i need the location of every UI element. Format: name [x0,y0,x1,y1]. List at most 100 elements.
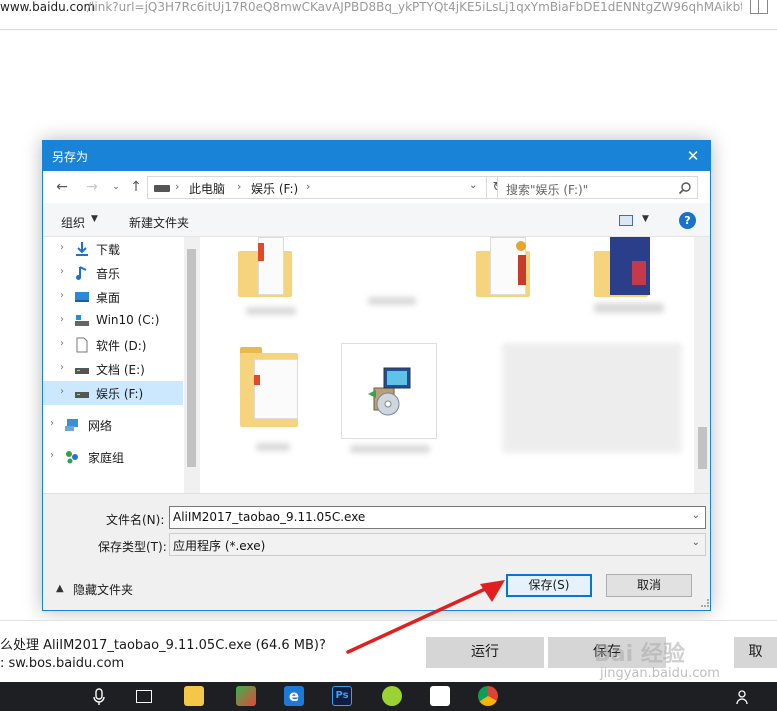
chevron-right-icon[interactable]: › [60,386,64,397]
drive-icon [75,368,89,374]
tree-item-label: 文档 (E:) [96,363,145,377]
chrome-icon[interactable] [478,686,498,706]
filename-input[interactable]: AliIM2017_taobao_9.11.05C.exe ⌄ [169,506,706,529]
filename-label: 文件名(N): [106,513,165,527]
blurred-preview [502,343,682,453]
recent-locations-chevron-icon[interactable]: ⌄ [107,178,125,196]
command-bar: 组织 ▼ 新建文件夹 ▼ ? [43,203,710,237]
reader-mode-icon[interactable] [750,0,768,14]
caret-down-icon[interactable]: ▼ [642,214,649,224]
screen: www.baidu.com /link?url=jQ3H7Rc6itUj17R0… [0,0,777,711]
edge-browser-icon[interactable]: e [284,686,304,706]
close-icon[interactable]: ✕ [679,143,707,169]
chevron-right-icon[interactable]: › [60,290,64,301]
chevron-right-icon[interactable]: › [60,266,64,277]
task-view-icon[interactable] [136,690,152,703]
help-icon[interactable]: ? [679,212,696,229]
navigation-row: ← → ⌄ ↑ › 此电脑 › 娱乐 (F:) › ⌄ ↻ 搜索"娱乐 (F:)… [43,171,710,203]
tree-item-desktop[interactable]: › 桌面 [43,285,183,309]
chevron-down-icon[interactable]: ⌄ [692,537,700,548]
search-input[interactable]: 搜索"娱乐 (F:)" [497,176,698,199]
document-preview-accent [632,261,646,285]
organize-button[interactable]: 组织 [61,214,85,231]
chevron-right-icon[interactable]: › [60,314,64,325]
breadcrumb-separator: › [175,180,180,193]
file-list [200,237,710,493]
filetype-select[interactable]: 应用程序 (*.exe) ⌄ [169,533,706,556]
breadcrumb-separator: › [306,180,311,193]
chevron-right-icon[interactable]: › [60,242,64,253]
tree-item-label: 桌面 [96,291,121,305]
hide-folders-toggle[interactable]: 隐藏文件夹 [73,581,133,598]
browser-address-bar[interactable]: www.baidu.com /link?url=jQ3H7Rc6itUj17R0… [0,0,777,30]
download-source: : sw.bos.baidu.com [0,656,125,671]
chevron-right-icon[interactable]: › [50,418,54,429]
save-fields: 文件名(N): AliIM2017_taobao_9.11.05C.exe ⌄ … [43,493,710,563]
mail-icon[interactable] [430,686,450,706]
caret-up-icon[interactable]: ▲ [56,583,64,594]
tree-item-drive-d[interactable]: › 软件 (D:) [43,333,183,357]
dialog-titlebar[interactable]: 另存为 ✕ [43,141,710,171]
tree-item-music[interactable]: › 音乐 [43,261,183,285]
file-tile[interactable] [238,345,308,435]
annotation-arrow-icon [346,580,505,654]
download-cancel-button[interactable]: 取 [734,637,777,668]
desktop-icon [75,292,89,302]
file-tile[interactable] [238,237,308,301]
blurred-label [368,297,416,305]
tree-item-drive-f[interactable]: › 娱乐 (F:) [43,381,183,405]
people-icon[interactable] [736,689,752,705]
back-arrow-icon[interactable]: ← [53,178,71,196]
blurred-label [246,307,296,315]
chevron-right-icon[interactable]: › [50,450,54,461]
save-as-dialog: 另存为 ✕ ← → ⌄ ↑ › 此电脑 › 娱乐 (F:) › ⌄ ↻ 搜索"娱… [42,140,711,611]
document-preview-accent [518,255,526,285]
tree-item-downloads[interactable]: › 下载 [43,237,183,261]
forward-arrow-icon[interactable]: → [83,178,101,196]
drive-icon [75,392,89,398]
app-icon[interactable] [236,686,256,706]
document-preview [254,359,298,419]
url-host: www.baidu.com [0,0,96,14]
document-icon [76,337,88,353]
breadcrumb-drive-f[interactable]: 娱乐 (F:) [251,180,298,197]
file-explorer-icon[interactable] [184,686,204,706]
chevron-down-icon[interactable]: ⌄ [469,180,477,191]
file-tile[interactable] [476,237,546,301]
navigation-pane: › 下载 › 音乐 › 桌面 › Win10 (C:) › 软件 (D:) › … [43,237,199,493]
search-placeholder: 搜索"娱乐 (F:)" [506,183,589,197]
caret-down-icon[interactable]: ▼ [91,214,98,224]
download-question: 么处理 AliIM2017_taobao_9.11.05C.exe (64.6 … [0,638,326,653]
tree-item-label: 音乐 [96,267,121,281]
up-arrow-icon[interactable]: ↑ [127,178,145,196]
tree-item-drive-c[interactable]: › Win10 (C:) [43,309,183,333]
tree-item-drive-e[interactable]: › 文档 (E:) [43,357,183,381]
files-scrollbar-thumb[interactable] [698,427,707,469]
photoshop-icon[interactable]: Ps [332,686,352,706]
chevron-right-icon[interactable]: › [60,338,64,349]
tree-item-network[interactable]: › 网络 [43,413,183,437]
tree-item-label: 家庭组 [88,451,125,465]
blurred-label [350,445,430,453]
chevron-right-icon[interactable]: › [60,362,64,373]
file-tile[interactable] [594,237,664,301]
filename-value: AliIM2017_taobao_9.11.05C.exe [173,510,366,524]
chevron-down-icon[interactable]: ⌄ [692,510,700,521]
tree-item-label: 娱乐 (F:) [96,387,144,401]
address-box[interactable]: › 此电脑 › 娱乐 (F:) › ⌄ [147,176,487,199]
browser-app-icon[interactable] [382,686,402,706]
breadcrumb-separator: › [237,180,242,193]
tree-item-homegroup[interactable]: › 家庭组 [43,445,183,469]
tree-scrollbar-thumb[interactable] [187,249,196,467]
view-options-icon[interactable] [619,215,633,226]
url-path: /link?url=jQ3H7Rc6itUj17R0eQ8mwCKavAJPBD… [87,0,742,14]
document-preview-accent [516,241,526,251]
breadcrumb-this-pc[interactable]: 此电脑 [189,180,225,197]
file-tile-installer[interactable] [341,343,437,439]
cancel-button[interactable]: 取消 [606,574,692,597]
dialog-title: 另存为 [52,150,89,164]
new-folder-button[interactable]: 新建文件夹 [129,214,189,231]
microphone-icon[interactable] [92,688,106,706]
document-preview-accent [254,375,260,385]
resize-grip-icon[interactable] [701,599,709,607]
